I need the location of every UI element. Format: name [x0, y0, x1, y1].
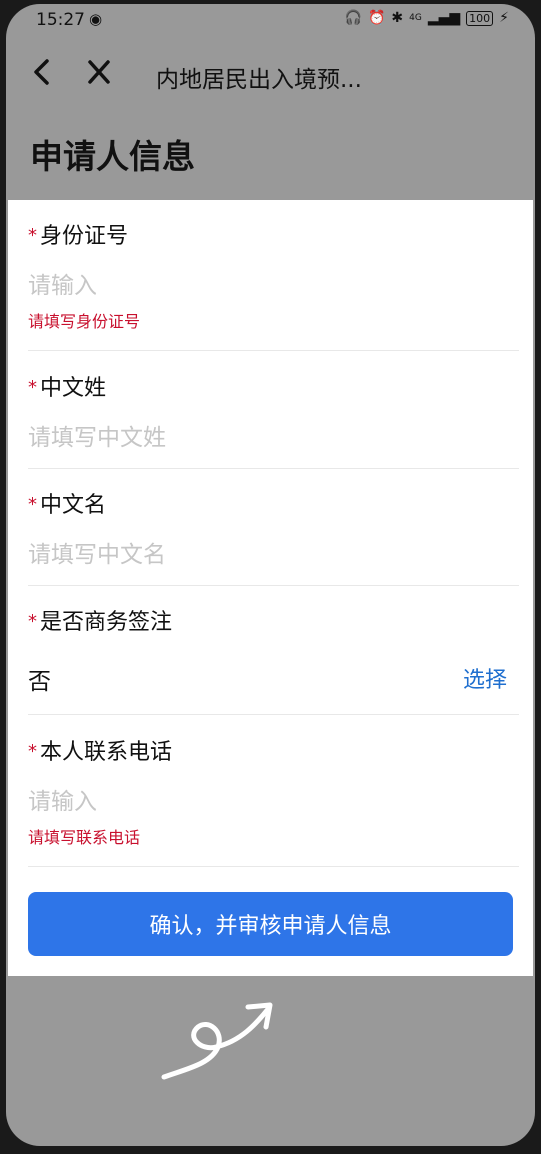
confirm-button[interactable]: 确认，并审核申请人信息 [28, 892, 513, 956]
given-name-input[interactable]: 请填写中文名 [28, 535, 166, 569]
surname-field: * 中文姓 请填写中文姓 [8, 370, 533, 465]
surname-label-text: 中文姓 [40, 376, 107, 401]
chevron-left-icon [34, 59, 49, 85]
business-endorsement-label-text: 是否商务签注 [40, 610, 173, 635]
given-name-label: * 中文名 [28, 487, 106, 519]
divider [28, 714, 519, 715]
business-endorsement-value: 否 [28, 669, 51, 695]
phone-label-text: 本人联系电话 [40, 740, 173, 765]
surname-label: * 中文姓 [28, 370, 106, 402]
id-number-label-text: 身份证号 [40, 224, 129, 249]
charging-icon: ⚡ [499, 10, 509, 26]
select-button[interactable]: 选择 [463, 662, 507, 694]
alarm-icon: ⏰ [367, 10, 386, 26]
network-type: 4G [409, 13, 422, 23]
business-endorsement-label: * 是否商务签注 [28, 604, 172, 636]
status-time: 15:27 [36, 10, 85, 30]
required-mark: * [28, 611, 37, 632]
status-icons: 🎧 ⏰ ✱ 4G ▂▄▆ 100 ⚡ [345, 10, 509, 26]
required-mark: * [28, 741, 37, 762]
divider [28, 350, 519, 351]
close-button[interactable] [84, 54, 114, 90]
surname-input[interactable]: 请填写中文姓 [28, 418, 166, 452]
given-name-field: * 中文名 请填写中文名 [8, 487, 533, 582]
page-title: 申请人信息 [30, 137, 195, 176]
bluetooth-icon: ✱ [391, 10, 404, 26]
phone-error: 请填写联系电话 [28, 828, 141, 847]
status-bar: 15:27 ◉ 🎧 ⏰ ✱ 4G ▂▄▆ 100 ⚡ [6, 4, 535, 34]
navbar-title: 内地居民出入境预... [156, 67, 362, 93]
required-mark: * [28, 494, 37, 515]
phone-label: * 本人联系电话 [28, 734, 172, 766]
divider [28, 866, 519, 867]
gesture-hint-icon [161, 1002, 273, 1080]
id-number-label: * 身份证号 [28, 218, 128, 250]
phone-input[interactable]: 请输入 [28, 782, 97, 816]
phone-screen: 15:27 ◉ 🎧 ⏰ ✱ 4G ▂▄▆ 100 ⚡ 内地居民出入境预... 申… [6, 4, 535, 1146]
required-mark: * [28, 225, 37, 246]
business-endorsement-field: * 是否商务签注 否 选择 [8, 604, 533, 714]
required-mark: * [28, 377, 37, 398]
headphones-icon: 🎧 [344, 10, 362, 26]
id-number-input[interactable]: 请输入 [28, 266, 97, 300]
id-number-error: 请填写身份证号 [28, 312, 141, 331]
battery-level: 100 [466, 10, 494, 26]
divider [28, 585, 519, 586]
signal-icon: ▂▄▆ [427, 10, 461, 26]
wechat-notification-icon: ◉ [89, 10, 103, 28]
applicant-form: * 身份证号 请输入 请填写身份证号 * 中文姓 请填写中文姓 * 中文名 请填写中文… [8, 200, 533, 976]
back-button[interactable] [28, 54, 58, 90]
divider [28, 468, 519, 469]
phone-field: * 本人联系电话 请输入 请填写联系电话 [8, 734, 533, 864]
close-icon [88, 60, 110, 84]
navbar: 内地居民出入境预... [6, 44, 535, 100]
id-number-field: * 身份证号 请输入 请填写身份证号 [8, 218, 533, 348]
given-name-label-text: 中文名 [40, 493, 107, 518]
